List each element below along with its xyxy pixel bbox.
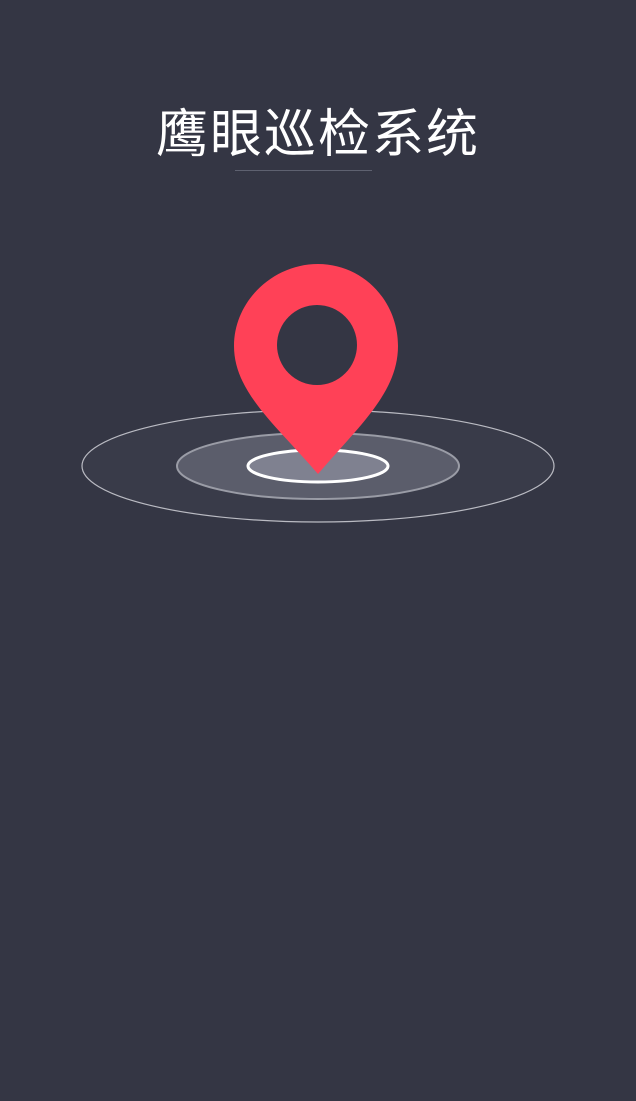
pin-hole	[277, 305, 357, 385]
splash-screen: 鹰眼巡检系统	[0, 0, 636, 1101]
splash-illustration	[81, 264, 555, 523]
